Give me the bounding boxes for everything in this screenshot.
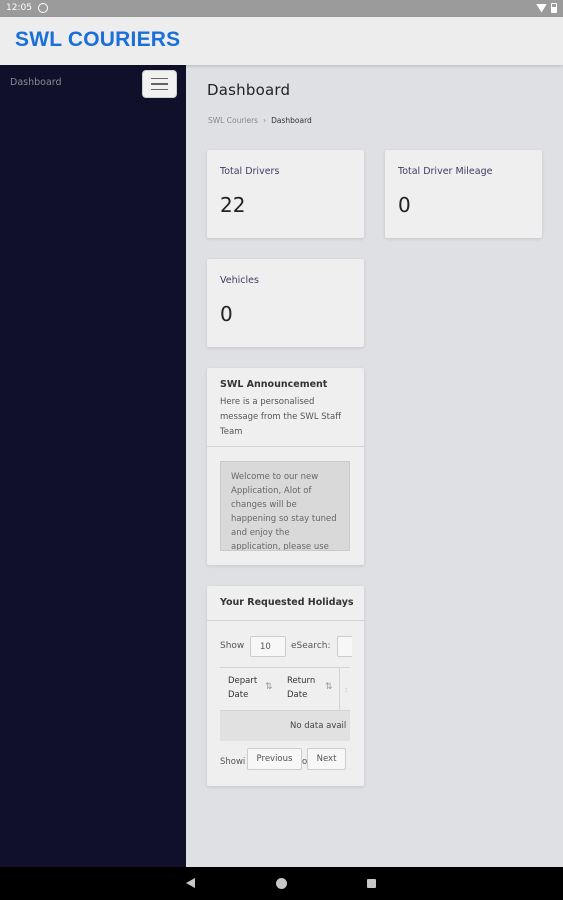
holidays-title: Your Requested Holidays (220, 597, 354, 608)
main-content: Dashboard SWL Couriers › Dashboard Total D… (186, 65, 563, 867)
status-time: 12:05 (6, 3, 32, 13)
hamburger-icon-line (151, 88, 168, 91)
stat-label: Vehicles (220, 275, 259, 286)
battery-icon (551, 3, 557, 13)
stat-label: Total Drivers (220, 166, 280, 177)
hamburger-icon-line (151, 83, 168, 85)
breadcrumb-current: Dashboard (271, 116, 312, 125)
stat-value: 0 (398, 193, 411, 217)
sidebar-title: Dashboard (10, 77, 62, 88)
page-title: Dashboard (207, 81, 291, 99)
announcement-message-box[interactable]: Welcome to our new Application, Alot of … (220, 461, 350, 551)
stat-label: Total Driver Mileage (398, 166, 493, 177)
search-input[interactable] (337, 636, 352, 657)
system-icons (536, 3, 557, 13)
back-icon[interactable] (186, 878, 195, 888)
stat-value: 0 (220, 302, 233, 326)
table-info-text: Showi (220, 757, 246, 767)
table-header-row: Depart Date ⇅ Return Date ⇅ : (220, 667, 350, 712)
column-overflow-icon: : (345, 686, 348, 694)
page-length-select[interactable]: 10 (250, 636, 286, 657)
notification-app-icon (38, 3, 48, 13)
top-app-bar: SWL COURIERS (0, 17, 563, 65)
breadcrumb-separator-icon: › (263, 116, 267, 125)
column-divider (339, 668, 340, 712)
divider (207, 620, 364, 621)
recents-icon[interactable] (367, 879, 376, 888)
empty-table-text: No data avail (290, 721, 347, 731)
previous-page-button[interactable]: Previous (247, 748, 302, 770)
breadcrumb: SWL Couriers › Dashboard (208, 116, 312, 125)
menu-toggle-button[interactable] (142, 70, 177, 98)
holidays-table: Depart Date ⇅ Return Date ⇅ : No data av… (220, 667, 350, 742)
column-header-depart-date[interactable]: Depart Date (228, 674, 268, 702)
sort-icon[interactable]: ⇅ (325, 682, 333, 692)
sidebar: Dashboard (0, 65, 186, 867)
requested-holidays-card: Your Requested Holidays Show 10 eSearch:… (207, 586, 364, 786)
breadcrumb-home-link[interactable]: SWL Couriers (208, 116, 258, 125)
column-header-return-date[interactable]: Return Date (287, 674, 327, 702)
divider (207, 446, 364, 447)
stat-card-vehicles: Vehicles 0 (207, 259, 364, 347)
wifi-icon (536, 3, 547, 13)
navigation-bar (0, 867, 563, 900)
hamburger-icon-line (151, 77, 168, 80)
announcement-subtitle: Here is a personalised message from the … (220, 397, 342, 437)
home-icon[interactable] (276, 878, 287, 889)
brand-logo-text[interactable]: SWL COURIERS (15, 28, 180, 52)
status-bar: 12:05 (0, 0, 563, 17)
next-page-button[interactable]: Next (307, 748, 346, 770)
stat-card-driver-mileage: Total Driver Mileage 0 (385, 150, 542, 238)
search-label-text: Search: (296, 641, 331, 651)
sort-icon[interactable]: ⇅ (265, 682, 273, 692)
table-empty-row: No data avail (220, 711, 350, 741)
announcement-title: SWL Announcement (220, 379, 328, 390)
search-label: eSearch: (291, 641, 331, 651)
announcement-card: SWL Announcement Here is a personalised … (207, 368, 364, 565)
stat-value: 22 (220, 193, 246, 217)
show-entries-label: Show (220, 641, 245, 651)
stat-card-total-drivers: Total Drivers 22 (207, 150, 364, 238)
